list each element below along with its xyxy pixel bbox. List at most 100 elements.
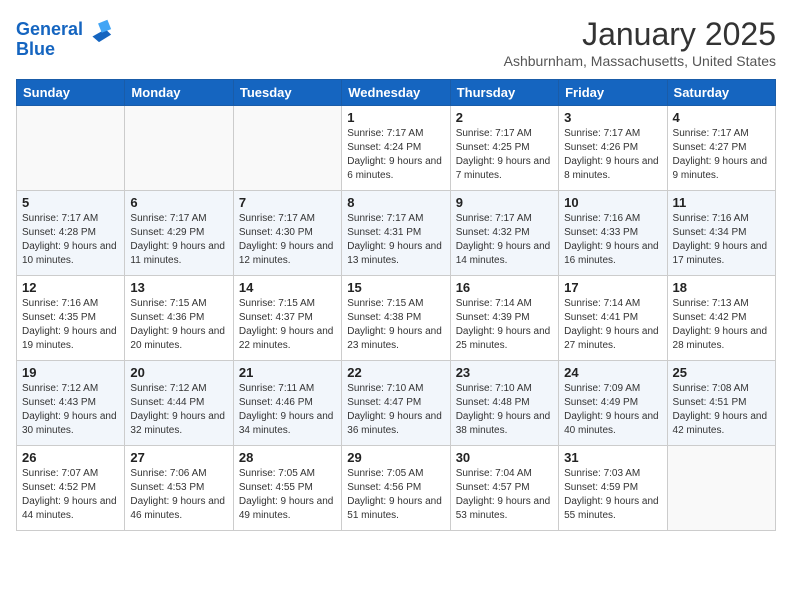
calendar-day-cell: 26 Sunrise: 7:07 AM Sunset: 4:52 PM Dayli… xyxy=(17,446,125,531)
day-info: Sunrise: 7:09 AM Sunset: 4:49 PM Dayligh… xyxy=(564,382,661,438)
calendar-week-row: 5Sunrise: 7:17 AM Sunset: 4:28 PM Daylig… xyxy=(17,191,776,276)
day-info: Sunrise: 7:11 AM Sunset: 4:46 PM Dayligh… xyxy=(239,382,336,438)
day-number: 20 xyxy=(130,365,227,380)
calendar-day-cell: 25 Sunrise: 7:08 AM Sunset: 4:51 PM Dayli… xyxy=(667,361,775,446)
day-number: 16 xyxy=(456,280,553,295)
calendar-day-cell: 14Sunrise: 7:15 AM Sunset: 4:37 PM Dayli… xyxy=(233,276,341,361)
day-number: 6 xyxy=(130,195,227,210)
day-number: 7 xyxy=(239,195,336,210)
day-info: Sunrise: 7:16 AM Sunset: 4:34 PM Dayligh… xyxy=(673,212,770,268)
day-info: Sunrise: 7:06 AM Sunset: 4:53 PM Dayligh… xyxy=(130,467,227,523)
day-number: 24 xyxy=(564,365,661,380)
day-info: Sunrise: 7:14 AM Sunset: 4:39 PM Dayligh… xyxy=(456,297,553,353)
calendar-week-row: 1 Sunrise: 7:17 AM Sunset: 4:24 PM Daylig… xyxy=(17,106,776,191)
day-info: Sunrise: 7:17 AM Sunset: 4:31 PM Dayligh… xyxy=(347,212,444,268)
day-number: 13 xyxy=(130,280,227,295)
page-header: General Blue January 2025 Ashburnham, Ma… xyxy=(16,16,776,69)
calendar-day-cell: 13 Sunrise: 7:15 AM Sunset: 4:36 PM Dayli… xyxy=(125,276,233,361)
day-number: 15 xyxy=(347,280,444,295)
day-number: 10 xyxy=(564,195,661,210)
day-info: Sunrise: 7:17 AM Sunset: 4:30 PM Dayligh… xyxy=(239,212,336,268)
day-number: 3 xyxy=(564,110,661,125)
day-info: Sunrise: 7:08 AM Sunset: 4:51 PM Dayligh… xyxy=(673,382,770,438)
day-info: Sunrise: 7:04 AM Sunset: 4:57 PM Dayligh… xyxy=(456,467,553,523)
title-block: January 2025 Ashburnham, Massachusetts, … xyxy=(504,16,776,69)
day-number: 4 xyxy=(673,110,770,125)
weekday-header-monday: Monday xyxy=(125,80,233,106)
day-info: Sunrise: 7:15 AM Sunset: 4:38 PM Dayligh… xyxy=(347,297,444,353)
calendar-day-cell: 30Sunrise: 7:04 AM Sunset: 4:57 PM Dayli… xyxy=(450,446,558,531)
calendar-day-cell: 9 Sunrise: 7:17 AM Sunset: 4:32 PM Daylig… xyxy=(450,191,558,276)
calendar-day-cell: 23Sunrise: 7:10 AM Sunset: 4:48 PM Dayli… xyxy=(450,361,558,446)
calendar-day-cell: 4Sunrise: 7:17 AM Sunset: 4:27 PM Daylig… xyxy=(667,106,775,191)
calendar-day-cell: 3 Sunrise: 7:17 AM Sunset: 4:26 PM Daylig… xyxy=(559,106,667,191)
day-number: 2 xyxy=(456,110,553,125)
calendar-day-cell: 19 Sunrise: 7:12 AM Sunset: 4:43 PM Dayli… xyxy=(17,361,125,446)
day-number: 11 xyxy=(673,195,770,210)
day-number: 5 xyxy=(22,195,119,210)
logo: General Blue xyxy=(16,16,113,60)
calendar-day-cell xyxy=(233,106,341,191)
day-number: 17 xyxy=(564,280,661,295)
day-info: Sunrise: 7:14 AM Sunset: 4:41 PM Dayligh… xyxy=(564,297,661,353)
day-number: 19 xyxy=(22,365,119,380)
day-info: Sunrise: 7:10 AM Sunset: 4:48 PM Dayligh… xyxy=(456,382,553,438)
calendar-day-cell: 16 Sunrise: 7:14 AM Sunset: 4:39 PM Dayli… xyxy=(450,276,558,361)
calendar-day-cell: 17 Sunrise: 7:14 AM Sunset: 4:41 PM Dayli… xyxy=(559,276,667,361)
calendar-day-cell: 6 Sunrise: 7:17 AM Sunset: 4:29 PM Daylig… xyxy=(125,191,233,276)
calendar-day-cell: 15 Sunrise: 7:15 AM Sunset: 4:38 PM Dayli… xyxy=(342,276,450,361)
day-info: Sunrise: 7:12 AM Sunset: 4:43 PM Dayligh… xyxy=(22,382,119,438)
logo-icon xyxy=(85,16,113,44)
day-number: 29 xyxy=(347,450,444,465)
day-number: 12 xyxy=(22,280,119,295)
day-number: 14 xyxy=(239,280,336,295)
day-number: 28 xyxy=(239,450,336,465)
weekday-header-thursday: Thursday xyxy=(450,80,558,106)
day-number: 26 xyxy=(22,450,119,465)
calendar-day-cell: 7 Sunrise: 7:17 AM Sunset: 4:30 PM Daylig… xyxy=(233,191,341,276)
day-info: Sunrise: 7:05 AM Sunset: 4:55 PM Dayligh… xyxy=(239,467,336,523)
day-info: Sunrise: 7:13 AM Sunset: 4:42 PM Dayligh… xyxy=(673,297,770,353)
calendar-day-cell xyxy=(17,106,125,191)
weekday-header-saturday: Saturday xyxy=(667,80,775,106)
weekday-header-wednesday: Wednesday xyxy=(342,80,450,106)
day-info: Sunrise: 7:15 AM Sunset: 4:36 PM Dayligh… xyxy=(130,297,227,353)
day-number: 8 xyxy=(347,195,444,210)
calendar-day-cell: 5Sunrise: 7:17 AM Sunset: 4:28 PM Daylig… xyxy=(17,191,125,276)
day-info: Sunrise: 7:07 AM Sunset: 4:52 PM Dayligh… xyxy=(22,467,119,523)
calendar-day-cell: 10Sunrise: 7:16 AM Sunset: 4:33 PM Dayli… xyxy=(559,191,667,276)
day-number: 21 xyxy=(239,365,336,380)
logo-blue-text: Blue xyxy=(16,40,55,60)
day-number: 18 xyxy=(673,280,770,295)
day-number: 9 xyxy=(456,195,553,210)
calendar-day-cell: 22Sunrise: 7:10 AM Sunset: 4:47 PM Dayli… xyxy=(342,361,450,446)
calendar-table: SundayMondayTuesdayWednesdayThursdayFrid… xyxy=(16,79,776,531)
day-number: 1 xyxy=(347,110,444,125)
calendar-day-cell: 8 Sunrise: 7:17 AM Sunset: 4:31 PM Daylig… xyxy=(342,191,450,276)
month-title: January 2025 xyxy=(504,16,776,53)
calendar-day-cell: 12 Sunrise: 7:16 AM Sunset: 4:35 PM Dayli… xyxy=(17,276,125,361)
day-info: Sunrise: 7:17 AM Sunset: 4:26 PM Dayligh… xyxy=(564,127,661,183)
calendar-day-cell: 29Sunrise: 7:05 AM Sunset: 4:56 PM Dayli… xyxy=(342,446,450,531)
calendar-day-cell: 20 Sunrise: 7:12 AM Sunset: 4:44 PM Dayli… xyxy=(125,361,233,446)
day-info: Sunrise: 7:17 AM Sunset: 4:25 PM Dayligh… xyxy=(456,127,553,183)
calendar-day-cell: 1 Sunrise: 7:17 AM Sunset: 4:24 PM Daylig… xyxy=(342,106,450,191)
calendar-week-row: 26 Sunrise: 7:07 AM Sunset: 4:52 PM Dayli… xyxy=(17,446,776,531)
weekday-header-row: SundayMondayTuesdayWednesdayThursdayFrid… xyxy=(17,80,776,106)
day-info: Sunrise: 7:17 AM Sunset: 4:24 PM Dayligh… xyxy=(347,127,444,183)
weekday-header-tuesday: Tuesday xyxy=(233,80,341,106)
calendar-day-cell: 31Sunrise: 7:03 AM Sunset: 4:59 PM Dayli… xyxy=(559,446,667,531)
weekday-header-friday: Friday xyxy=(559,80,667,106)
day-info: Sunrise: 7:16 AM Sunset: 4:35 PM Dayligh… xyxy=(22,297,119,353)
calendar-day-cell xyxy=(125,106,233,191)
calendar-day-cell xyxy=(667,446,775,531)
calendar-day-cell: 11 Sunrise: 7:16 AM Sunset: 4:34 PM Dayli… xyxy=(667,191,775,276)
day-info: Sunrise: 7:12 AM Sunset: 4:44 PM Dayligh… xyxy=(130,382,227,438)
calendar-week-row: 19 Sunrise: 7:12 AM Sunset: 4:43 PM Dayli… xyxy=(17,361,776,446)
day-number: 27 xyxy=(130,450,227,465)
day-number: 31 xyxy=(564,450,661,465)
logo-text: General xyxy=(16,20,83,40)
day-number: 25 xyxy=(673,365,770,380)
day-info: Sunrise: 7:17 AM Sunset: 4:32 PM Dayligh… xyxy=(456,212,553,268)
day-info: Sunrise: 7:17 AM Sunset: 4:29 PM Dayligh… xyxy=(130,212,227,268)
